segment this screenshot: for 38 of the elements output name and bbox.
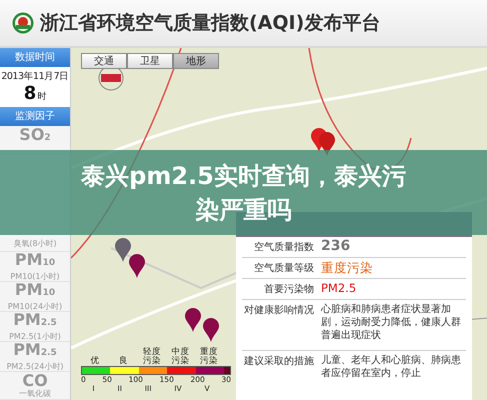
banner-title: 泰兴pm2.5实时查询，泰兴污染严重吗	[80, 160, 407, 226]
section-header: 监测因子	[0, 107, 70, 126]
section-header: 数据时间	[0, 48, 70, 67]
date-text: 2013年11月7日	[1, 70, 69, 84]
map-pin-icon[interactable]	[203, 318, 219, 342]
info-label: 空气质量指数	[242, 237, 319, 258]
info-value: 236	[319, 237, 466, 258]
factor-name: PM10(1小时)	[10, 272, 60, 282]
factor-name: 臭氧(8小时)	[13, 239, 57, 249]
factor-name: PM2.5(1小时)	[9, 332, 61, 342]
info-label: 建议采取的措施	[242, 350, 319, 383]
hour-unit: 时	[37, 90, 46, 104]
page-title: 浙江省环境空气质量指数(AQI)发布平台	[40, 11, 380, 36]
info-value: 儿童、老年人和心脏病、肺病患者应停留在室内，停止	[319, 350, 466, 383]
legend-label: 良	[118, 357, 130, 366]
factor-symbol: CO	[22, 372, 48, 389]
logo-icon	[12, 12, 34, 34]
map-pin-icon[interactable]	[185, 308, 201, 332]
map-type-tab[interactable]: 地形	[173, 53, 219, 69]
info-label: 对健康影响情况	[242, 300, 319, 350]
map-pin-icon[interactable]	[115, 238, 131, 262]
factor-name: PM2.5(24小时)	[6, 362, 64, 372]
legend-label: 中度污染	[171, 348, 190, 366]
hour-text: 8	[24, 83, 36, 104]
info-value: PM2.5	[319, 278, 466, 300]
legend-label: 轻度污染	[142, 348, 161, 366]
info-label: 空气质量等级	[242, 258, 319, 278]
legend-label: 重度污染	[200, 348, 218, 366]
map-pin-icon[interactable]	[129, 254, 145, 278]
info-label: 首要污染物	[242, 278, 319, 300]
info-value: 心脏病和肺病患者症状显著加剧，运动耐受力降低，健康人群普遍出现症状	[319, 300, 466, 350]
factor-name: 一氧化碳	[19, 389, 51, 399]
map-type-tab[interactable]: 卫星	[127, 53, 173, 69]
info-value: 重度污染	[319, 258, 466, 278]
map-type-tab[interactable]: 交通	[81, 53, 127, 69]
factor-name: PM10(24小时)	[8, 302, 62, 312]
legend-label: 优	[90, 357, 101, 366]
factor-item[interactable]: CO 一氧化碳	[0, 372, 70, 400]
